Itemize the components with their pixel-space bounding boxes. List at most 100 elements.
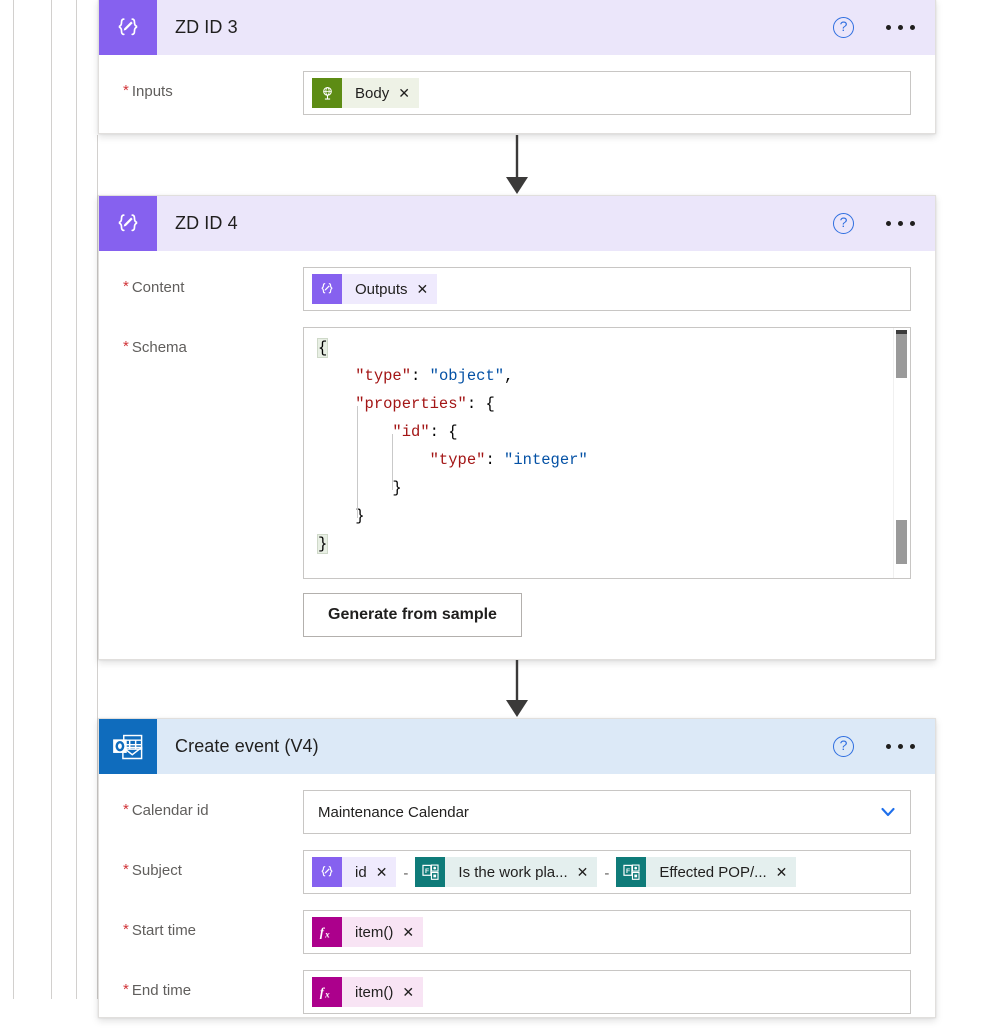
svg-text:x: x [324, 929, 330, 939]
token-label: item() ✕ [342, 977, 424, 1007]
flow-designer-canvas: ZD ID 3 ? * Inputs Body ✕ ZD ID 4 ? * Co… [0, 0, 999, 1018]
forms-icon: F [616, 857, 647, 887]
card-title-zd-id-4: ZD ID 4 [175, 213, 238, 233]
field-row-inputs: * Inputs Body ✕ [123, 71, 911, 115]
token-label: id ✕ [342, 857, 397, 887]
required-asterisk: * [123, 801, 129, 818]
field-control-subject: id ✕ - F Is the work pla... ✕ - F Effect… [303, 850, 911, 894]
required-asterisk: * [123, 981, 129, 998]
field-row-end-time: * End time f x item() ✕ [123, 970, 911, 1014]
label-text: Calendar id [131, 802, 209, 819]
field-control-end-time: f x item() ✕ [303, 970, 911, 1014]
indent-guide-1 [357, 406, 358, 518]
calendar-id-dropdown[interactable]: Maintenance Calendar [303, 790, 911, 834]
field-control-content: Outputs ✕ [303, 267, 911, 311]
token-remove-icon[interactable]: ✕ [402, 925, 414, 939]
token-label: Is the work pla... ✕ [445, 857, 598, 887]
field-control-schema: { "type": "object", "properties": { "id"… [303, 327, 911, 637]
help-icon[interactable]: ? [833, 17, 854, 38]
action-card-zd-id-3[interactable]: ZD ID 3 ? * Inputs Body ✕ [98, 0, 936, 134]
connector-arrow-1 [0, 135, 999, 195]
required-asterisk: * [123, 921, 129, 938]
field-control-calendar-id: Maintenance Calendar [303, 790, 911, 834]
token-end-item[interactable]: f x item() ✕ [312, 977, 424, 1007]
token-is-the-work-pla[interactable]: F Is the work pla... ✕ [415, 857, 598, 887]
help-icon[interactable]: ? [833, 736, 854, 757]
token-label: Outputs ✕ [342, 274, 438, 304]
field-label-subject: * Subject [123, 850, 303, 879]
required-asterisk: * [123, 861, 129, 878]
label-text: Subject [131, 862, 182, 879]
code-line-7: } [355, 507, 365, 525]
token-remove-icon[interactable]: ✕ [776, 865, 788, 879]
card-header-actions: ? [833, 0, 917, 55]
token-start-item[interactable]: f x item() ✕ [312, 917, 424, 947]
code-line-4: "id": { [392, 423, 458, 441]
card-header-zd-id-3[interactable]: ZD ID 3 ? [99, 0, 935, 55]
token-outputs[interactable]: Outputs ✕ [312, 274, 438, 304]
compose-icon [312, 857, 342, 887]
field-label-schema: * Schema [123, 327, 303, 356]
token-label: Effected POP/... ✕ [646, 857, 797, 887]
action-card-zd-id-4[interactable]: ZD ID 4 ? * Content Outputs ✕ * Schema {… [98, 195, 936, 660]
code-line-6: } [392, 479, 402, 497]
forms-icon: F [415, 857, 446, 887]
field-label-inputs: * Inputs [123, 71, 303, 100]
content-token-field[interactable]: Outputs ✕ [303, 267, 911, 311]
generate-from-sample-button[interactable]: Generate from sample [303, 593, 522, 637]
subject-token-field[interactable]: id ✕ - F Is the work pla... ✕ - F Effect… [303, 850, 911, 894]
field-control-start-time: f x item() ✕ [303, 910, 911, 954]
label-text: Inputs [131, 83, 173, 100]
token-remove-icon[interactable]: ✕ [402, 985, 414, 999]
token-effected-pop[interactable]: F Effected POP/... ✕ [616, 857, 797, 887]
code-line-5: "type": "integer" [429, 451, 588, 469]
field-row-subject: * Subject id ✕ - F Is the work pla... ✕ … [123, 850, 911, 894]
card-header-create-event[interactable]: Create event (V4) ? [99, 719, 935, 774]
svg-text:F: F [626, 867, 630, 874]
code-line-1: { [316, 338, 329, 358]
field-row-start-time: * Start time f x item() ✕ [123, 910, 911, 954]
card-title-zd-id-3: ZD ID 3 [175, 17, 238, 37]
code-line-2: "type": "object", [355, 367, 514, 385]
more-commands-icon[interactable] [884, 215, 917, 232]
end-time-token-field[interactable]: f x item() ✕ [303, 970, 911, 1014]
help-icon[interactable]: ? [833, 213, 854, 234]
token-label: Body ✕ [342, 78, 419, 108]
schema-code-editor[interactable]: { "type": "object", "properties": { "id"… [303, 327, 911, 579]
field-label-calendar-id: * Calendar id [123, 790, 303, 819]
subject-separator-2: - [604, 865, 610, 882]
chevron-down-icon[interactable] [878, 802, 898, 822]
connector-arrow-2 [0, 660, 999, 718]
start-time-token-field[interactable]: f x item() ✕ [303, 910, 911, 954]
token-label: item() ✕ [342, 917, 424, 947]
schema-code-content: { "type": "object", "properties": { "id"… [304, 328, 910, 558]
token-body[interactable]: Body ✕ [312, 78, 419, 108]
card-body-zd-id-4: * Content Outputs ✕ * Schema {"type": "… [99, 251, 935, 657]
token-id[interactable]: id ✕ [312, 857, 397, 887]
http-connector-icon [312, 78, 342, 108]
card-header-actions: ? [833, 196, 917, 251]
inputs-token-field[interactable]: Body ✕ [303, 71, 911, 115]
label-text: Content [131, 279, 185, 296]
card-header-zd-id-4[interactable]: ZD ID 4 ? [99, 196, 935, 251]
data-operation-compose-icon [99, 0, 157, 55]
token-remove-icon[interactable]: ✕ [577, 865, 589, 879]
required-asterisk: * [123, 278, 129, 295]
more-commands-icon[interactable] [884, 738, 917, 755]
more-commands-icon[interactable] [884, 19, 917, 36]
field-control-inputs: Body ✕ [303, 71, 911, 115]
code-line-3: "properties": { [355, 395, 495, 413]
card-header-actions: ? [833, 719, 917, 774]
field-row-content: * Content Outputs ✕ [123, 267, 911, 311]
action-card-create-event[interactable]: Create event (V4) ? * Calendar id Mainte… [98, 718, 936, 1018]
expression-fx-icon: f x [312, 977, 342, 1007]
label-text: Start time [131, 922, 197, 939]
field-row-schema: * Schema { "type": "object", "properties… [123, 327, 911, 637]
token-remove-icon[interactable]: ✕ [398, 86, 410, 100]
token-remove-icon[interactable]: ✕ [417, 282, 429, 296]
indent-guide-2 [392, 434, 393, 490]
svg-text:F: F [425, 867, 429, 874]
required-asterisk: * [123, 82, 129, 99]
required-asterisk: * [123, 338, 129, 355]
token-remove-icon[interactable]: ✕ [376, 865, 388, 879]
